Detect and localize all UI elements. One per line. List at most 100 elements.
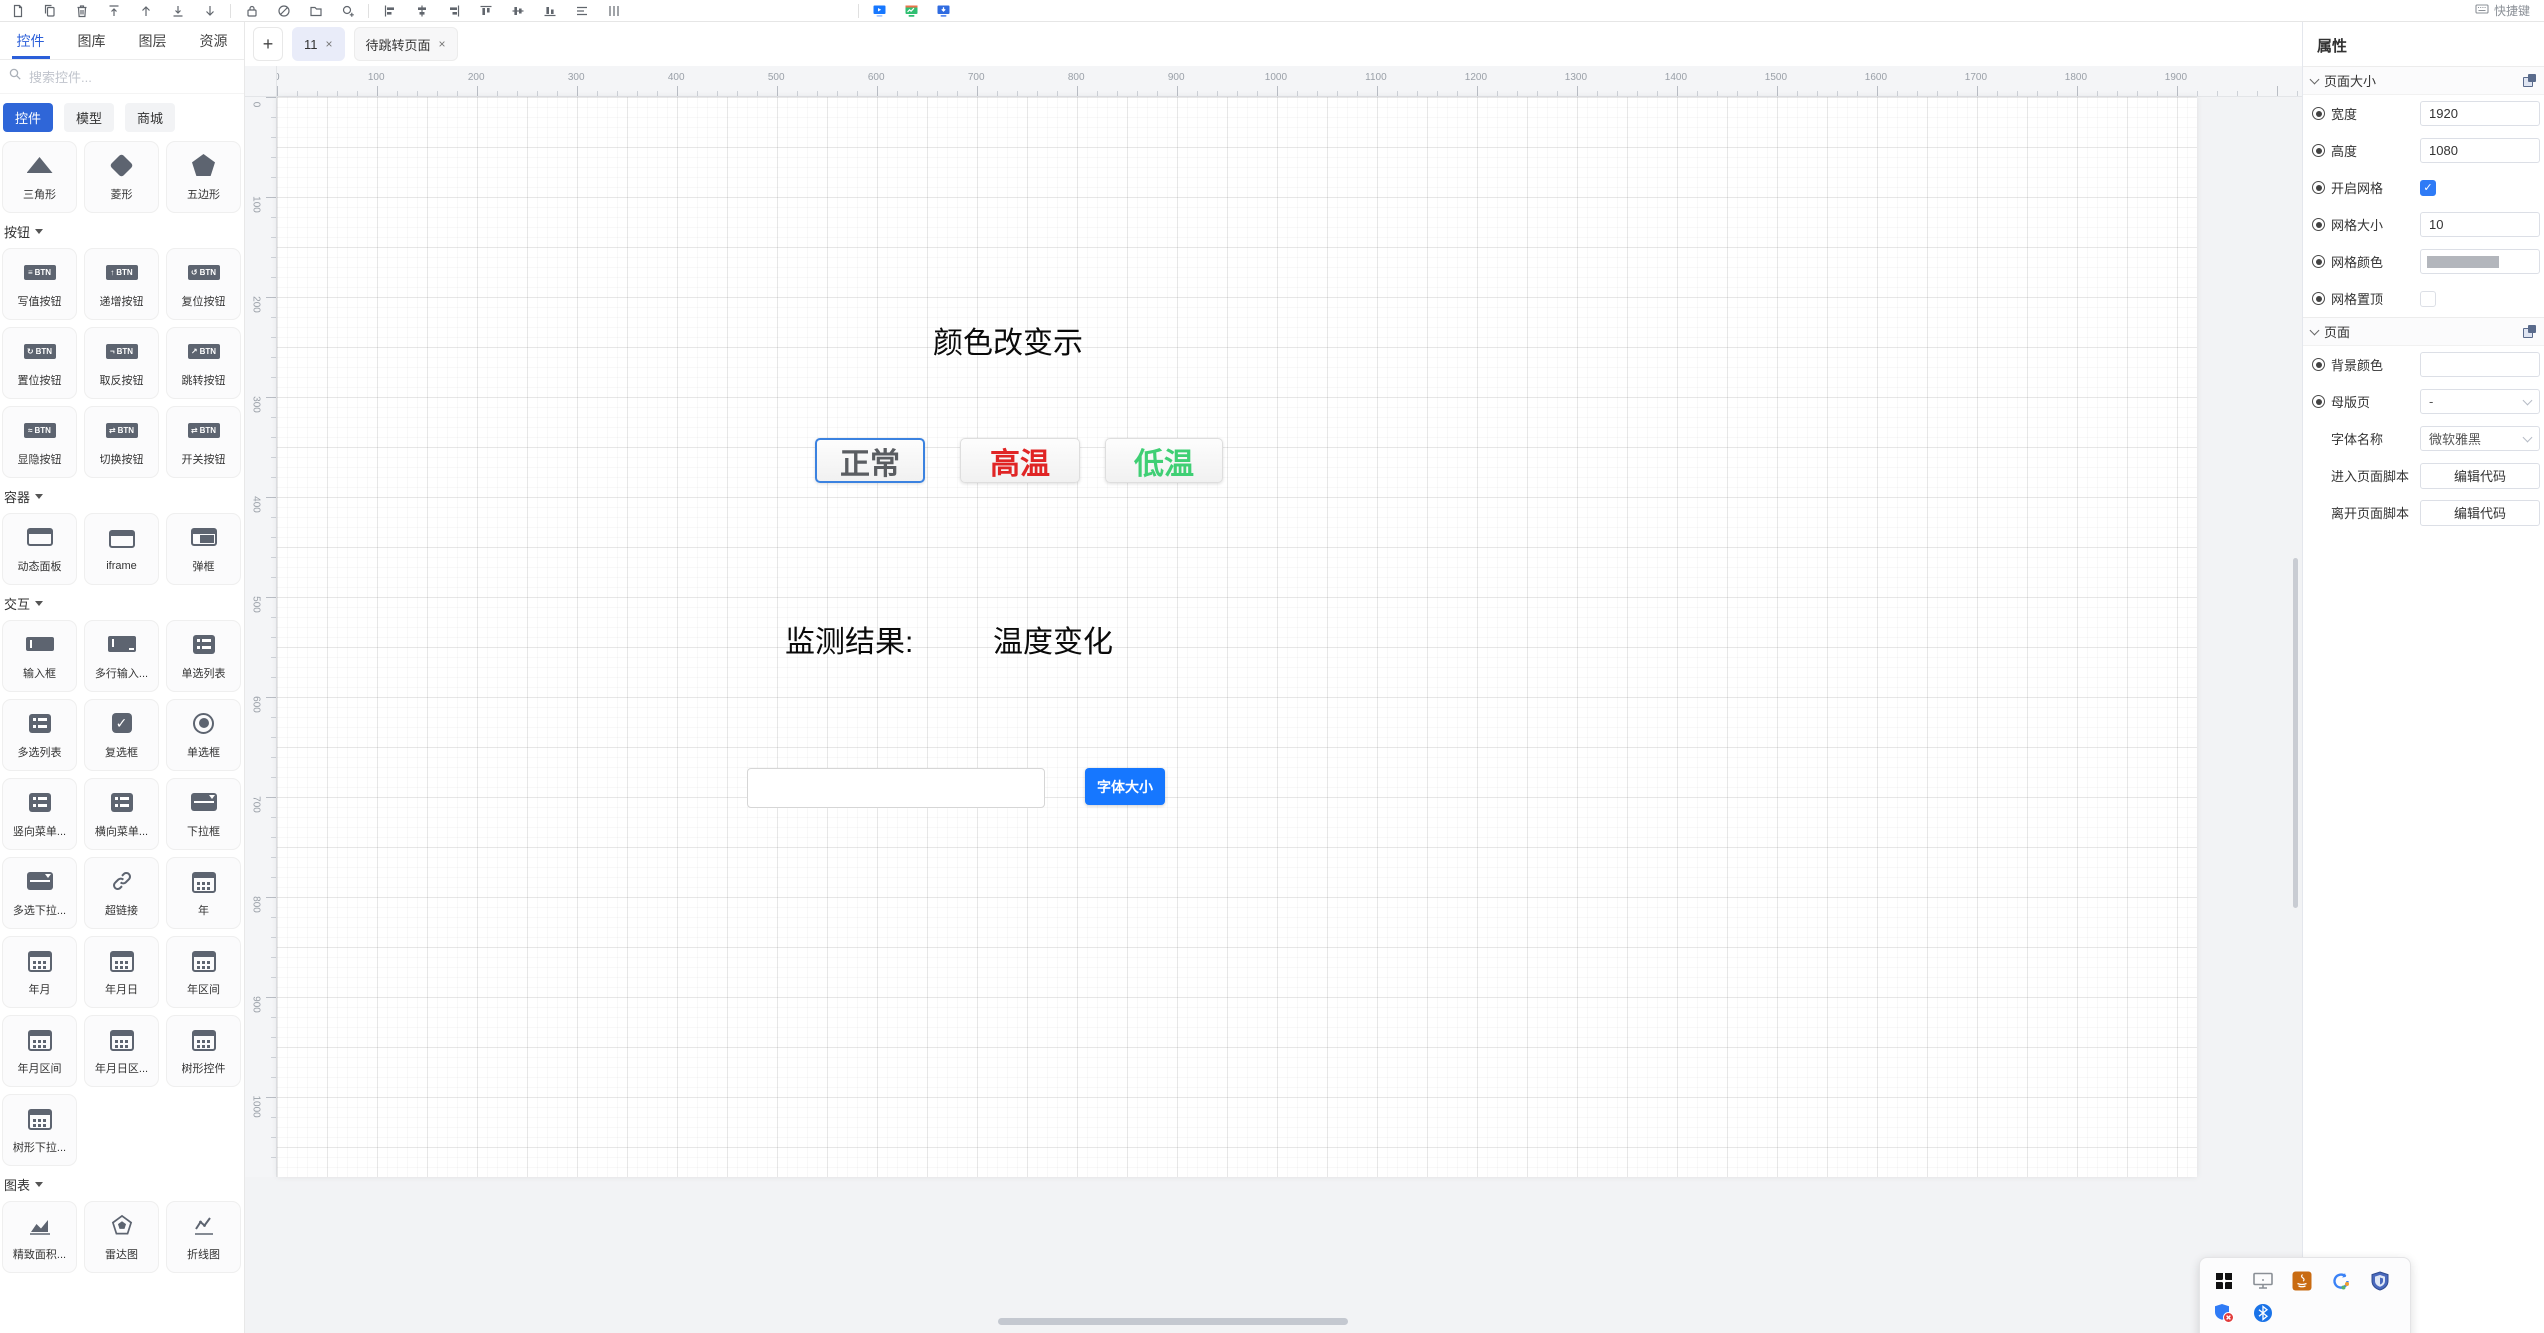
page-tab-2[interactable]: 待跳转页面×: [354, 27, 458, 61]
align-horizontal-center-icon[interactable]: [506, 1, 529, 21]
sync-tray-icon[interactable]: [2330, 1270, 2352, 1292]
widget-section-header[interactable]: 图表: [4, 1175, 239, 1194]
widget-card[interactable]: ↑BTN递增按钮: [84, 248, 159, 320]
widget-card[interactable]: ↻BTN置位按钮: [2, 327, 77, 399]
widget-card[interactable]: 年月日: [84, 936, 159, 1008]
property-select[interactable]: -: [2420, 389, 2540, 414]
design-page[interactable]: 颜色改变示 正常高温低温 监测结果: 温度变化 字体大小: [277, 97, 2197, 1177]
canvas-text-result-value[interactable]: 温度变化: [993, 617, 1113, 661]
library-chip-3[interactable]: 商城: [125, 103, 175, 132]
defender-blocked-tray-icon[interactable]: [2213, 1302, 2235, 1324]
widget-card[interactable]: iframe: [84, 513, 159, 585]
widget-card[interactable]: 输入框: [2, 620, 77, 692]
close-tab-icon[interactable]: ×: [326, 37, 333, 51]
vertical-scrollbar-thumb[interactable]: [2293, 558, 2298, 908]
widget-card[interactable]: 单选框: [166, 699, 241, 771]
edit-code-button[interactable]: 编辑代码: [2420, 463, 2540, 489]
left-tab-4[interactable]: 资源: [183, 22, 244, 59]
widget-section-header[interactable]: 交互: [4, 594, 239, 613]
section-options-icon[interactable]: [2523, 74, 2536, 87]
widget-card[interactable]: ✓复选框: [84, 699, 159, 771]
state-button-2[interactable]: 高温: [960, 438, 1080, 483]
section-options-icon[interactable]: [2523, 325, 2536, 338]
widget-card[interactable]: 竖向菜单...: [2, 778, 77, 850]
app-tiles-tray-icon[interactable]: [2213, 1270, 2235, 1292]
widget-card[interactable]: 多行输入...: [84, 620, 159, 692]
move-to-bottom-icon[interactable]: [166, 1, 189, 21]
justify-icon[interactable]: [570, 1, 593, 21]
bind-marker-icon[interactable]: [2312, 181, 2325, 194]
move-down-icon[interactable]: [198, 1, 221, 21]
widget-card[interactable]: 五边形: [166, 141, 241, 213]
move-to-top-icon[interactable]: [102, 1, 125, 21]
align-top-icon[interactable]: [474, 1, 497, 21]
edit-code-button[interactable]: 编辑代码: [2420, 500, 2540, 526]
widget-card[interactable]: 年月区间: [2, 1015, 77, 1087]
widget-card[interactable]: 横向菜单...: [84, 778, 159, 850]
widget-card[interactable]: 雷达图: [84, 1201, 159, 1273]
widget-card[interactable]: ¬BTN取反按钮: [84, 327, 159, 399]
copy-doc-icon[interactable]: [38, 1, 61, 21]
hide-icon[interactable]: [272, 1, 295, 21]
align-right-icon[interactable]: [442, 1, 465, 21]
library-chip-1[interactable]: 控件: [3, 103, 53, 132]
widget-search-input[interactable]: 搜索控件...: [0, 60, 244, 94]
delete-icon[interactable]: [70, 1, 93, 21]
close-tab-icon[interactable]: ×: [439, 37, 446, 51]
canvas-input-box[interactable]: [747, 768, 1045, 808]
widget-card[interactable]: 菱形: [84, 141, 159, 213]
widget-card[interactable]: 弹框: [166, 513, 241, 585]
widget-card[interactable]: 动态面板: [2, 513, 77, 585]
property-section-header[interactable]: 页面: [2303, 317, 2544, 346]
property-input[interactable]: [2420, 212, 2540, 237]
align-bottom-icon[interactable]: [538, 1, 561, 21]
move-up-icon[interactable]: [134, 1, 157, 21]
add-group-icon[interactable]: [336, 1, 359, 21]
bind-marker-icon[interactable]: [2312, 255, 2325, 268]
preview-run-icon[interactable]: [868, 1, 891, 21]
property-input[interactable]: [2420, 101, 2540, 126]
widget-card[interactable]: 超链接: [84, 857, 159, 929]
widget-card[interactable]: 年月: [2, 936, 77, 1008]
align-left-icon[interactable]: [378, 1, 401, 21]
widget-card[interactable]: 年: [166, 857, 241, 929]
widget-card[interactable]: 树形下拉...: [2, 1094, 77, 1166]
widget-card[interactable]: 精致面积...: [2, 1201, 77, 1273]
state-button-3[interactable]: 低温: [1105, 438, 1223, 483]
page-tab-1[interactable]: 11×: [292, 27, 345, 61]
bind-marker-icon[interactable]: [2312, 292, 2325, 305]
left-tab-3[interactable]: 图层: [122, 22, 183, 59]
java-tray-icon[interactable]: [2291, 1270, 2313, 1292]
folder-group-icon[interactable]: [304, 1, 327, 21]
property-section-header[interactable]: 页面大小: [2303, 66, 2544, 95]
lock-icon[interactable]: [240, 1, 263, 21]
bluetooth-tray-icon[interactable]: [2252, 1302, 2274, 1324]
property-input[interactable]: [2420, 352, 2540, 377]
property-checkbox[interactable]: ✓: [2420, 180, 2436, 196]
widget-card[interactable]: 多选下拉...: [2, 857, 77, 929]
preview-chart-icon[interactable]: [900, 1, 923, 21]
widget-card[interactable]: ↺BTN复位按钮: [166, 248, 241, 320]
shield-tray-icon[interactable]: [2369, 1270, 2391, 1292]
widget-section-header[interactable]: 容器: [4, 487, 239, 506]
property-input[interactable]: [2420, 138, 2540, 163]
shortcut-keys-button[interactable]: 快捷键: [2475, 2, 2530, 19]
widget-card[interactable]: 单选列表: [166, 620, 241, 692]
bind-marker-icon[interactable]: [2312, 144, 2325, 157]
font-size-button[interactable]: 字体大小: [1085, 768, 1165, 805]
library-chip-2[interactable]: 模型: [64, 103, 114, 132]
align-vertical-center-icon[interactable]: [410, 1, 433, 21]
bind-marker-icon[interactable]: [2312, 107, 2325, 120]
widget-card[interactable]: ↗BTN跳转按钮: [166, 327, 241, 399]
canvas-text-title[interactable]: 颜色改变示: [933, 318, 1083, 362]
widget-card[interactable]: 下拉框: [166, 778, 241, 850]
horizontal-scrollbar-thumb[interactable]: [998, 1318, 1348, 1325]
add-page-tab-button[interactable]: +: [253, 27, 283, 61]
widget-card[interactable]: ⇄BTN开关按钮: [166, 406, 241, 478]
widget-section-header[interactable]: 按钮: [4, 222, 239, 241]
widget-card[interactable]: ⇄BTN切换按钮: [84, 406, 159, 478]
property-select[interactable]: 微软雅黑: [2420, 426, 2540, 451]
bind-marker-icon[interactable]: [2312, 395, 2325, 408]
color-swatch-field[interactable]: [2420, 249, 2540, 274]
left-tab-1[interactable]: 控件: [0, 22, 61, 59]
